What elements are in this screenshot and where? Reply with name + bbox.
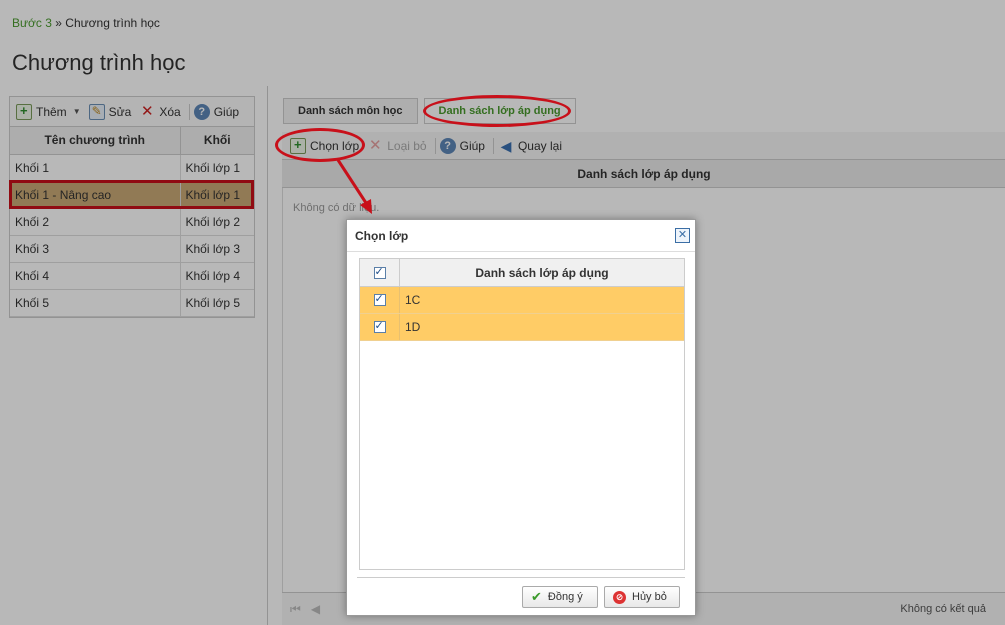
select-all-checkbox[interactable] [373, 265, 386, 279]
class-name-cell: 1D [405, 320, 421, 334]
cancel-label: Hủy bỏ [632, 591, 667, 603]
class-column-header[interactable]: Danh sách lớp áp dụng [400, 259, 684, 286]
cancel-icon: ⊘ [613, 590, 626, 604]
row-checkbox[interactable] [373, 292, 386, 306]
list-item[interactable]: 1D [360, 314, 684, 341]
row-checkbox-cell [360, 287, 400, 313]
dialog-footer-divider [357, 577, 685, 578]
class-name-cell: 1C [405, 293, 421, 307]
row-checkbox-cell [360, 314, 400, 340]
class-grid-header: Danh sách lớp áp dụng [360, 259, 684, 287]
select-all-cell [360, 259, 400, 286]
choose-class-dialog: Chọn lớp ✕ Danh sách lớp áp dụng 1C 1D ✔… [346, 219, 696, 616]
dialog-title: Chọn lớp [347, 220, 695, 252]
check-icon: ✔ [531, 589, 542, 604]
confirm-button[interactable]: ✔ Đồng ý [522, 586, 598, 608]
cancel-button[interactable]: ⊘ Hủy bỏ [604, 586, 680, 608]
confirm-label: Đồng ý [547, 591, 583, 603]
class-select-grid: Danh sách lớp áp dụng 1C 1D [359, 258, 685, 570]
close-icon[interactable]: ✕ [675, 228, 690, 243]
row-checkbox[interactable] [373, 319, 386, 333]
list-item[interactable]: 1C [360, 287, 684, 314]
